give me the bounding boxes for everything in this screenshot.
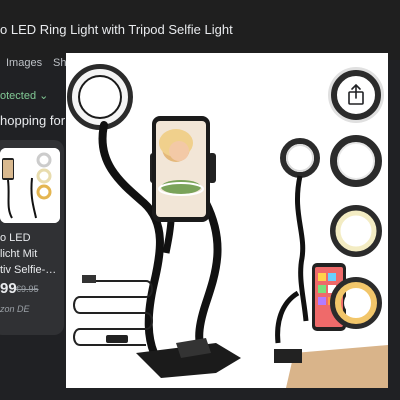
share-icon <box>331 70 381 120</box>
product-old-price: €9.95 <box>16 284 39 294</box>
bottom-edge <box>0 388 400 400</box>
title-bar: o LED Ring Light with Tripod Selfie Ligh… <box>0 0 400 60</box>
tab-images[interactable]: Images <box>6 57 42 69</box>
ring-light-thumbnail-image <box>0 148 60 223</box>
product-store: zon DE <box>0 304 30 314</box>
safesearch-filter[interactable]: otected ⌄ <box>0 86 52 106</box>
product-title-line-3[interactable]: tiv Selfie-… <box>0 264 56 276</box>
tab-shopping[interactable]: Sh <box>53 57 66 69</box>
product-title-line-1[interactable]: o LED <box>0 232 31 244</box>
product-title-line-2[interactable]: licht Mit <box>0 248 37 260</box>
product-price: 99 <box>0 280 17 297</box>
shopping-heading: hopping for <box>0 113 66 128</box>
page-title: o LED Ring Light with Tripod Selfie Ligh… <box>0 22 233 37</box>
product-thumbnail[interactable] <box>0 148 60 223</box>
share-button[interactable] <box>331 70 381 120</box>
